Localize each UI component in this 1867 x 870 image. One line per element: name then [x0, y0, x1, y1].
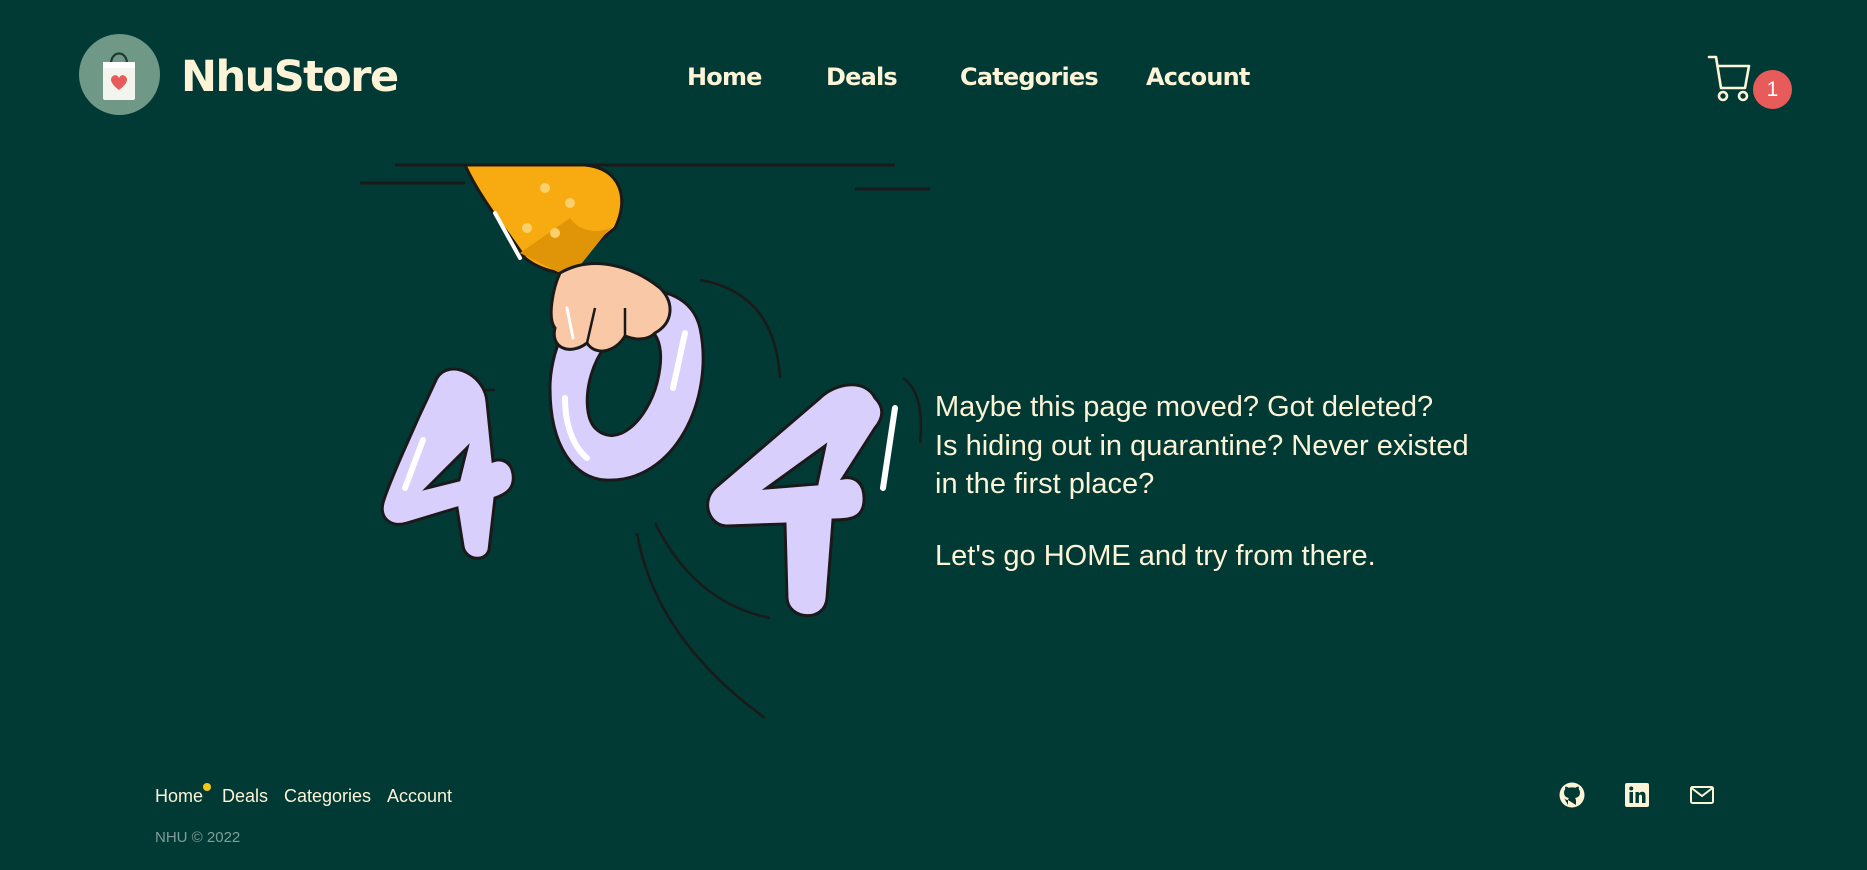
nav-account[interactable]: Account — [1146, 62, 1250, 92]
mail-link[interactable] — [1688, 781, 1716, 809]
yellow-sleeve — [462, 163, 624, 278]
footer-link-account[interactable]: Account — [387, 785, 452, 807]
github-link[interactable] — [1558, 781, 1586, 809]
motion-arc — [902, 376, 923, 444]
cart-icon — [1707, 55, 1751, 102]
mail-icon — [1690, 786, 1714, 804]
nav-deals[interactable]: Deals — [826, 62, 898, 92]
hand — [549, 262, 672, 353]
footer-link-categories[interactable]: Categories — [284, 785, 371, 807]
active-indicator-dot — [203, 783, 211, 791]
message-line: in the first place? — [935, 468, 1155, 500]
header: NhuStore Home Deals Categories Account 1 — [0, 0, 1867, 150]
footer-link-deals[interactable]: Deals — [222, 785, 268, 807]
brand-name[interactable]: NhuStore — [181, 52, 399, 102]
motion-arc — [635, 532, 766, 720]
nav-categories[interactable]: Categories — [960, 62, 1099, 92]
digit-four-left — [380, 367, 515, 560]
linkedin-link[interactable] — [1623, 781, 1651, 809]
error-message: Maybe this page moved? Got deleted? Is h… — [935, 388, 1555, 575]
nav-home[interactable]: Home — [687, 62, 762, 92]
cart-button[interactable] — [1707, 52, 1751, 102]
message-line: Maybe this page moved? Got deleted? — [935, 391, 1434, 423]
logo[interactable] — [79, 34, 160, 115]
github-icon — [1559, 782, 1585, 808]
404-illustration — [355, 158, 935, 723]
shopping-bag-icon — [103, 52, 135, 100]
motion-arc — [653, 522, 771, 620]
copyright: NHU © 2022 — [155, 829, 241, 846]
message-line: Is hiding out in quarantine? Never exist… — [935, 429, 1469, 462]
digit-four-right — [706, 383, 898, 618]
footer-link-home[interactable]: Home — [155, 785, 203, 807]
linkedin-icon — [1625, 783, 1649, 807]
motion-arc — [699, 278, 782, 379]
cart-count-badge: 1 — [1753, 70, 1792, 109]
go-home-message: Let's go HOME and try from there. — [935, 539, 1376, 572]
